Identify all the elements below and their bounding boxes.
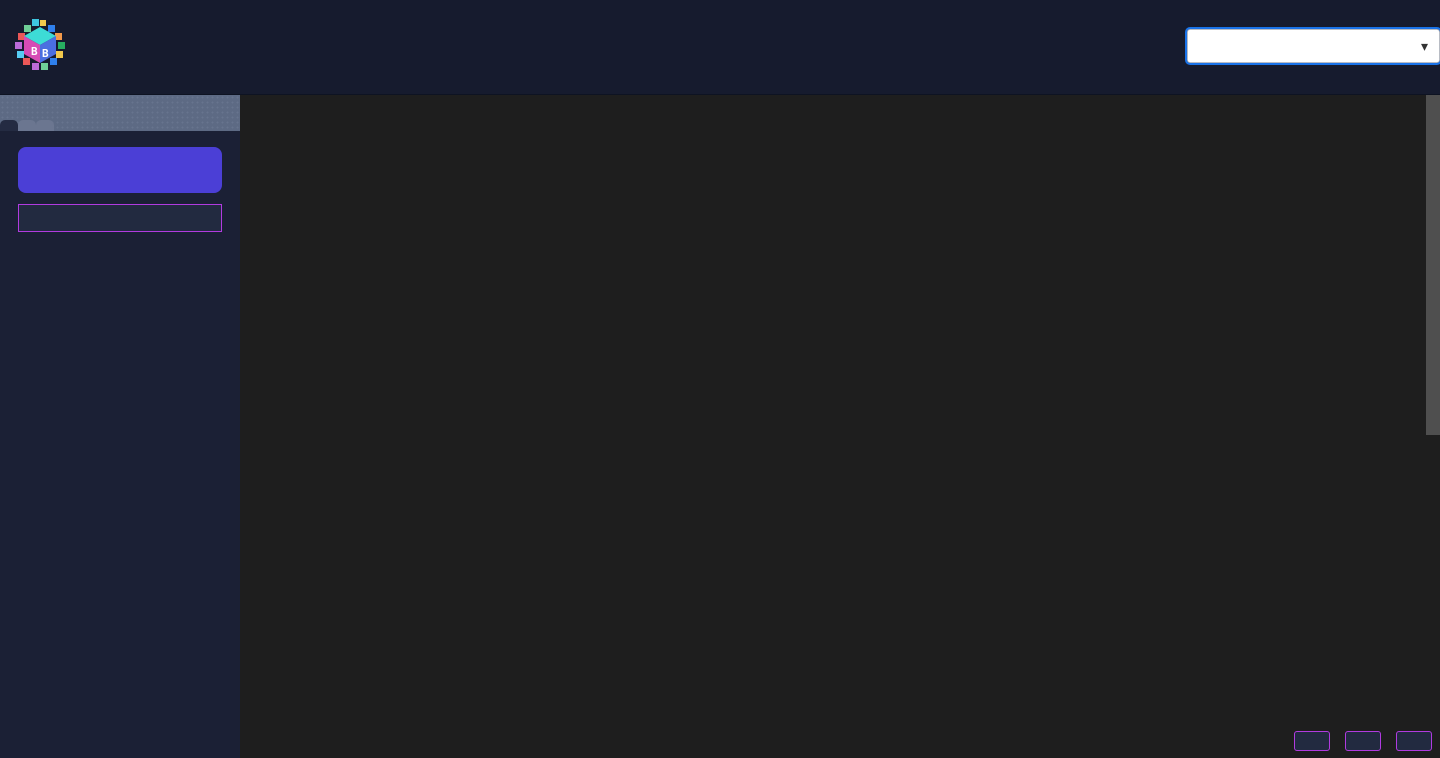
code-area <box>240 95 1440 758</box>
main-nav <box>104 43 344 51</box>
nav-item-home[interactable] <box>104 43 152 51</box>
bloxchain-cube-logo-icon: B B <box>10 17 70 77</box>
nav-item-your-assets[interactable] <box>152 43 200 51</box>
nav-item-game-shop[interactable] <box>296 43 344 51</box>
build-page: B B ▾ <box>0 0 1440 758</box>
sidebar-body <box>0 131 240 232</box>
network-select-wrapper: ▾ <box>1185 27 1440 65</box>
editor-vertical-scrollbar[interactable] <box>1426 95 1440 758</box>
nav-item-play[interactable] <box>200 43 248 51</box>
editor-action-buttons <box>1294 731 1432 751</box>
create-new-project-button[interactable] <box>18 204 222 232</box>
line-number-gutter <box>240 95 296 758</box>
network-select[interactable] <box>1185 27 1440 65</box>
sidebar <box>0 95 240 758</box>
tab-info[interactable] <box>18 120 36 131</box>
publish-on-chain-button[interactable] <box>1396 731 1432 751</box>
nav-item-build[interactable] <box>248 43 296 51</box>
code-lines[interactable] <box>296 95 1440 758</box>
test-locally-button[interactable] <box>1294 731 1330 751</box>
tab-actions[interactable] <box>36 120 54 131</box>
top-navigation-bar: B B ▾ <box>0 0 1440 95</box>
code-editor[interactable] <box>240 95 1440 758</box>
sidebar-tabs <box>0 95 240 131</box>
svg-text:B: B <box>31 45 38 58</box>
svg-text:B: B <box>42 47 49 60</box>
brand-logo[interactable]: B B <box>4 17 76 78</box>
main-content <box>0 95 1440 758</box>
editor-scrollbar-thumb[interactable] <box>1426 95 1440 435</box>
tab-projects[interactable] <box>0 120 18 131</box>
save-on-chain-button[interactable] <box>1345 731 1381 751</box>
project-item-unnamed-game[interactable] <box>18 147 222 193</box>
tabs-filler <box>54 95 240 131</box>
